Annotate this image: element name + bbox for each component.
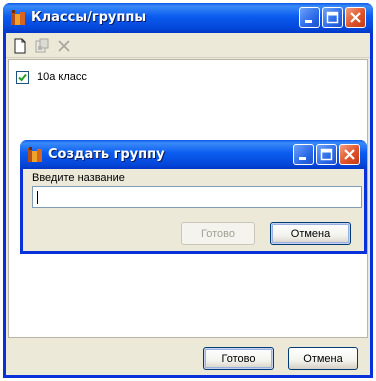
minimize-icon [305,20,312,23]
dialog-title: Создать группу [48,147,165,162]
window-title: Классы/группы [31,10,147,25]
dialog-titlebar[interactable]: Создать группу [20,140,367,169]
checkmark-icon [18,73,27,82]
dialog-close-button[interactable] [339,144,360,165]
window-footer: Готово Отмена [6,339,370,375]
dialog-minimize-button[interactable] [293,144,314,165]
dialog-ok-button[interactable]: Готово [181,222,255,245]
group-name-input[interactable] [32,186,362,208]
list-item-label: 10а класс [37,71,87,83]
close-icon [350,12,361,23]
maximize-icon [320,148,333,161]
cancel-button[interactable]: Отмена [288,347,358,370]
close-button[interactable] [345,7,366,28]
create-group-dialog: Создать группу Введите название Готово О… [20,140,367,254]
text-caret [37,191,38,204]
ok-button[interactable]: Готово [203,347,274,370]
properties-icon[interactable] [34,38,50,54]
close-icon [344,149,355,160]
maximize-icon [326,11,339,24]
name-field-label: Введите название [32,172,125,184]
app-icon [28,147,42,162]
dialog-cancel-button[interactable]: Отмена [270,222,351,245]
new-document-icon[interactable] [12,38,28,54]
app-icon [11,10,25,25]
minimize-button[interactable] [299,7,320,28]
item-checkbox[interactable] [16,71,29,84]
dialog-maximize-button[interactable] [316,144,337,165]
minimize-icon [299,157,306,160]
toolbar [6,33,370,58]
window-titlebar[interactable]: Классы/группы [3,3,373,33]
delete-icon[interactable] [56,38,72,54]
maximize-button[interactable] [322,7,343,28]
